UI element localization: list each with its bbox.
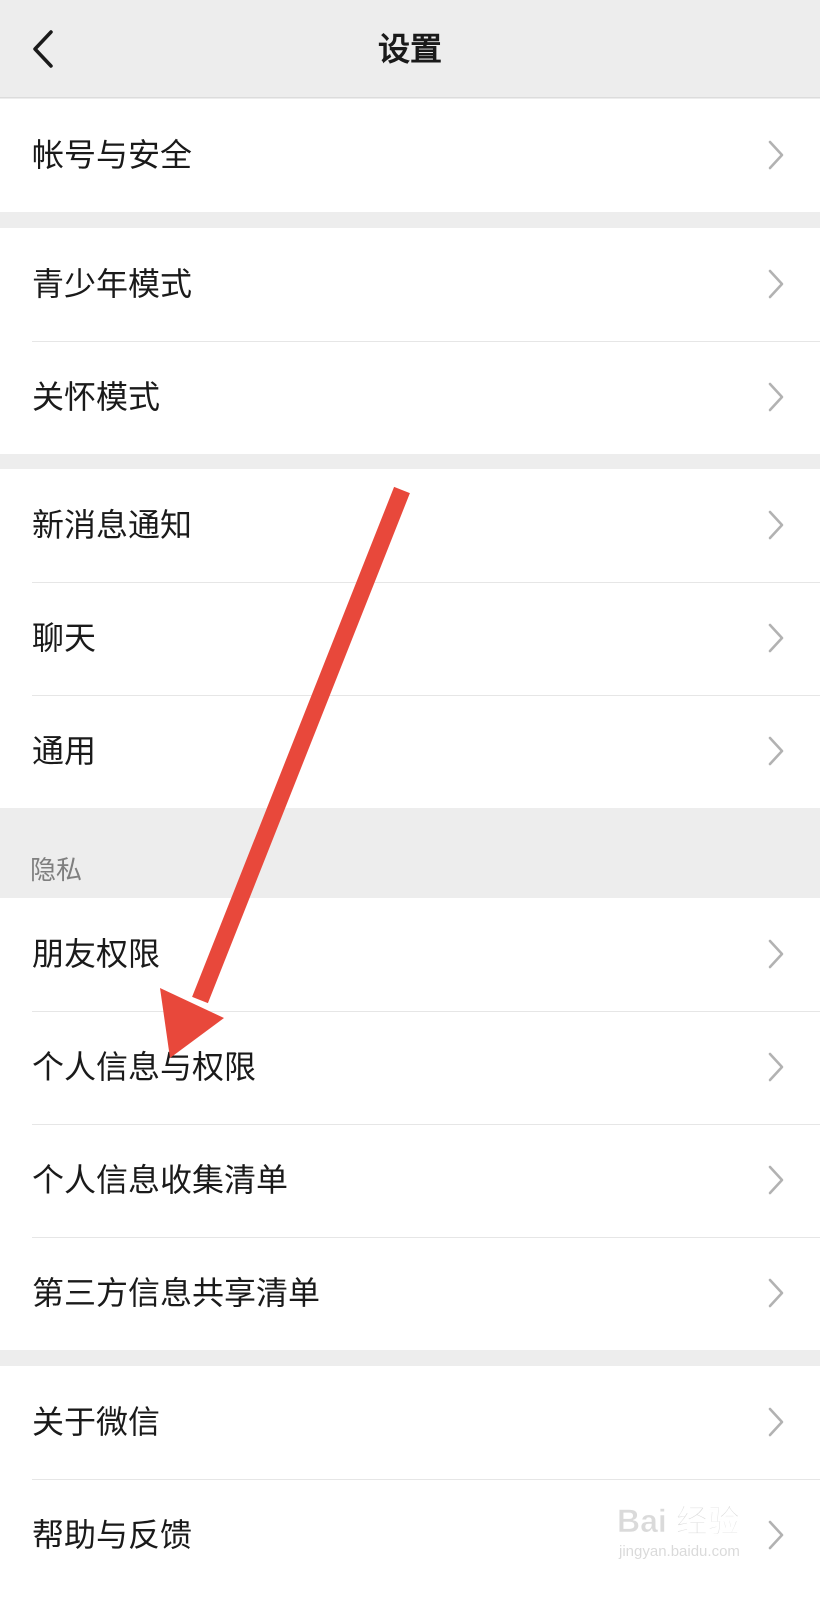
settings-item-account-security[interactable]: 帐号与安全 <box>0 99 820 212</box>
chevron-right-icon <box>768 939 784 969</box>
page-title: 设置 <box>377 30 442 68</box>
settings-group-privacy: 朋友权限 个人信息与权限 个人信息收集清单 第三方信息共享清单 <box>0 898 820 1350</box>
chevron-right-icon <box>768 623 784 653</box>
settings-item-label: 帮助与反馈 <box>32 1516 193 1554</box>
settings-item-general[interactable]: 通用 <box>0 695 820 808</box>
settings-group-modes: 青少年模式 关怀模式 <box>0 228 820 454</box>
nav-bar: 设置 <box>0 0 820 98</box>
settings-item-personal-info-permissions[interactable]: 个人信息与权限 <box>0 1011 820 1124</box>
settings-group-about: 关于微信 帮助与反馈 <box>0 1366 820 1600</box>
settings-item-notifications[interactable]: 新消息通知 <box>0 469 820 582</box>
settings-item-label: 第三方信息共享清单 <box>32 1274 321 1312</box>
settings-item-label: 新消息通知 <box>32 506 193 544</box>
chevron-right-icon <box>768 382 784 412</box>
chevron-right-icon <box>768 140 784 170</box>
settings-item-label: 青少年模式 <box>32 265 193 303</box>
section-header-privacy: 隐私 <box>0 808 820 898</box>
chevron-left-icon <box>33 30 53 68</box>
settings-item-help-feedback[interactable]: 帮助与反馈 <box>0 1479 820 1592</box>
chevron-right-icon <box>768 736 784 766</box>
chevron-right-icon <box>768 1278 784 1308</box>
settings-item-label: 朋友权限 <box>32 935 161 973</box>
settings-item-label: 帐号与安全 <box>32 136 193 174</box>
settings-item-label: 通用 <box>32 732 97 770</box>
section-title: 隐私 <box>30 856 83 886</box>
settings-group-account: 帐号与安全 <box>0 99 820 212</box>
settings-group-general: 新消息通知 聊天 通用 <box>0 469 820 808</box>
chevron-right-icon <box>768 1407 784 1437</box>
chevron-right-icon <box>768 1520 784 1550</box>
chevron-right-icon <box>768 1165 784 1195</box>
settings-item-third-party-sharing[interactable]: 第三方信息共享清单 <box>0 1237 820 1350</box>
settings-item-label: 个人信息与权限 <box>32 1048 257 1086</box>
settings-item-care-mode[interactable]: 关怀模式 <box>0 341 820 454</box>
settings-item-label: 关怀模式 <box>32 378 161 416</box>
settings-item-label: 聊天 <box>32 619 97 657</box>
back-button[interactable] <box>18 22 68 76</box>
chevron-right-icon <box>768 269 784 299</box>
settings-item-label: 个人信息收集清单 <box>32 1161 289 1199</box>
settings-item-label: 关于微信 <box>32 1403 161 1441</box>
settings-item-teen-mode[interactable]: 青少年模式 <box>0 228 820 341</box>
settings-item-personal-info-collection[interactable]: 个人信息收集清单 <box>0 1124 820 1237</box>
chevron-right-icon <box>768 510 784 540</box>
chevron-right-icon <box>768 1052 784 1082</box>
settings-item-chat[interactable]: 聊天 <box>0 582 820 695</box>
settings-item-about-wechat[interactable]: 关于微信 <box>0 1366 820 1479</box>
settings-item-friend-permissions[interactable]: 朋友权限 <box>0 898 820 1011</box>
